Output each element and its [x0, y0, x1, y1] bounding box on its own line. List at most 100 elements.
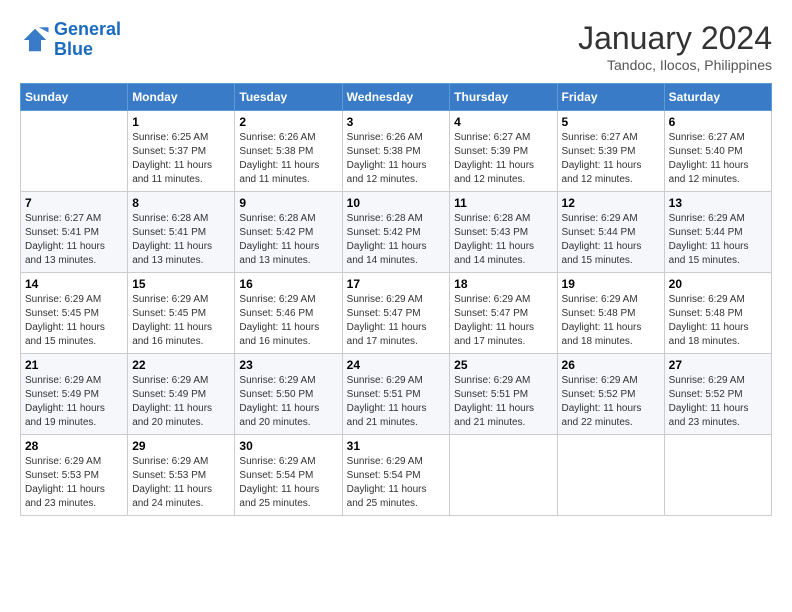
sunrise-text: Sunrise: 6:27 AM: [454, 131, 552, 145]
sunrise-text: Sunrise: 6:27 AM: [562, 131, 660, 145]
day-info: Sunrise: 6:29 AMSunset: 5:46 PMDaylight:…: [239, 293, 337, 349]
sunset-text: Sunset: 5:38 PM: [239, 145, 337, 159]
page-header: General Blue January 2024 Tandoc, Ilocos…: [20, 20, 772, 73]
calendar-cell: 28 Sunrise: 6:29 AMSunset: 5:53 PMDayligh…: [21, 435, 128, 516]
calendar-cell: [450, 435, 557, 516]
day-number: 21: [25, 358, 123, 372]
day-info: Sunrise: 6:29 AMSunset: 5:44 PMDaylight:…: [562, 212, 660, 268]
header-thursday: Thursday: [450, 84, 557, 111]
logo-text: General Blue: [54, 20, 121, 60]
sunrise-text: Sunrise: 6:29 AM: [347, 293, 446, 307]
sunset-text: Sunset: 5:51 PM: [347, 388, 446, 402]
day-number: 13: [669, 196, 767, 210]
daylight-text: Daylight: 11 hours and 21 minutes.: [347, 402, 446, 430]
day-info: Sunrise: 6:29 AMSunset: 5:48 PMDaylight:…: [669, 293, 767, 349]
day-info: Sunrise: 6:29 AMSunset: 5:51 PMDaylight:…: [347, 374, 446, 430]
day-info: Sunrise: 6:29 AMSunset: 5:54 PMDaylight:…: [239, 455, 337, 511]
day-number: 8: [132, 196, 230, 210]
calendar-cell: 31 Sunrise: 6:29 AMSunset: 5:54 PMDayligh…: [342, 435, 450, 516]
daylight-text: Daylight: 11 hours and 12 minutes.: [347, 159, 446, 187]
day-info: Sunrise: 6:28 AMSunset: 5:41 PMDaylight:…: [132, 212, 230, 268]
day-info: Sunrise: 6:29 AMSunset: 5:53 PMDaylight:…: [25, 455, 123, 511]
day-info: Sunrise: 6:27 AMSunset: 5:40 PMDaylight:…: [669, 131, 767, 187]
sunset-text: Sunset: 5:49 PM: [132, 388, 230, 402]
daylight-text: Daylight: 11 hours and 13 minutes.: [239, 240, 337, 268]
calendar-cell: 26Sunrise: 6:29 AMSunset: 5:52 PMDayligh…: [557, 354, 664, 435]
sunrise-text: Sunrise: 6:29 AM: [669, 212, 767, 226]
calendar-header-row: SundayMondayTuesdayWednesdayThursdayFrid…: [21, 84, 772, 111]
sunrise-text: Sunrise: 6:29 AM: [562, 212, 660, 226]
sunrise-text: Sunrise: 6:29 AM: [347, 374, 446, 388]
sunrise-text: Sunrise: 6:29 AM: [25, 455, 123, 469]
day-info: Sunrise: 6:29 AMSunset: 5:45 PMDaylight:…: [132, 293, 230, 349]
daylight-text: Daylight: 11 hours and 15 minutes.: [25, 321, 123, 349]
calendar-cell: 6Sunrise: 6:27 AMSunset: 5:40 PMDaylight…: [664, 111, 771, 192]
sunrise-text: Sunrise: 6:29 AM: [132, 374, 230, 388]
day-info: Sunrise: 6:29 AMSunset: 5:52 PMDaylight:…: [669, 374, 767, 430]
sunset-text: Sunset: 5:37 PM: [132, 145, 230, 159]
sunrise-text: Sunrise: 6:29 AM: [562, 293, 660, 307]
day-number: 28: [25, 439, 123, 453]
calendar-cell: 12 Sunrise: 6:29 AMSunset: 5:44 PMDayligh…: [557, 192, 664, 273]
calendar-cell: 23Sunrise: 6:29 AMSunset: 5:50 PMDayligh…: [235, 354, 342, 435]
sunrise-text: Sunrise: 6:29 AM: [454, 374, 552, 388]
daylight-text: Daylight: 11 hours and 17 minutes.: [347, 321, 446, 349]
daylight-text: Daylight: 11 hours and 12 minutes.: [669, 159, 767, 187]
day-info: Sunrise: 6:26 AMSunset: 5:38 PMDaylight:…: [347, 131, 446, 187]
calendar-cell: 27Sunrise: 6:29 AMSunset: 5:52 PMDayligh…: [664, 354, 771, 435]
day-number: 5: [562, 115, 660, 129]
calendar-cell: 21 Sunrise: 6:29 AMSunset: 5:49 PMDayligh…: [21, 354, 128, 435]
calendar-cell: 4Sunrise: 6:27 AMSunset: 5:39 PMDaylight…: [450, 111, 557, 192]
calendar-cell: [21, 111, 128, 192]
logo-line1: General: [54, 19, 121, 39]
sunset-text: Sunset: 5:52 PM: [562, 388, 660, 402]
daylight-text: Daylight: 11 hours and 20 minutes.: [239, 402, 337, 430]
sunset-text: Sunset: 5:54 PM: [347, 469, 446, 483]
day-number: 18: [454, 277, 552, 291]
daylight-text: Daylight: 11 hours and 15 minutes.: [562, 240, 660, 268]
day-info: Sunrise: 6:27 AMSunset: 5:39 PMDaylight:…: [562, 131, 660, 187]
day-number: 31: [347, 439, 446, 453]
day-number: 17: [347, 277, 446, 291]
sunrise-text: Sunrise: 6:29 AM: [669, 374, 767, 388]
calendar-cell: 8 Sunrise: 6:28 AMSunset: 5:41 PMDaylight…: [128, 192, 235, 273]
sunrise-text: Sunrise: 6:28 AM: [239, 212, 337, 226]
day-number: 12: [562, 196, 660, 210]
sunset-text: Sunset: 5:41 PM: [132, 226, 230, 240]
sunrise-text: Sunrise: 6:26 AM: [239, 131, 337, 145]
day-info: Sunrise: 6:29 AMSunset: 5:49 PMDaylight:…: [25, 374, 123, 430]
day-number: 15: [132, 277, 230, 291]
day-number: 25: [454, 358, 552, 372]
day-info: Sunrise: 6:28 AMSunset: 5:43 PMDaylight:…: [454, 212, 552, 268]
sunrise-text: Sunrise: 6:27 AM: [25, 212, 123, 226]
calendar-cell: 9Sunrise: 6:28 AMSunset: 5:42 PMDaylight…: [235, 192, 342, 273]
day-info: Sunrise: 6:29 AMSunset: 5:45 PMDaylight:…: [25, 293, 123, 349]
daylight-text: Daylight: 11 hours and 14 minutes.: [347, 240, 446, 268]
day-number: 1: [132, 115, 230, 129]
calendar-cell: 20Sunrise: 6:29 AMSunset: 5:48 PMDayligh…: [664, 273, 771, 354]
sunrise-text: Sunrise: 6:29 AM: [25, 374, 123, 388]
calendar-cell: 14Sunrise: 6:29 AMSunset: 5:45 PMDayligh…: [21, 273, 128, 354]
sunset-text: Sunset: 5:41 PM: [25, 226, 123, 240]
sunrise-text: Sunrise: 6:29 AM: [239, 455, 337, 469]
calendar-cell: [664, 435, 771, 516]
day-info: Sunrise: 6:28 AMSunset: 5:42 PMDaylight:…: [239, 212, 337, 268]
sunrise-text: Sunrise: 6:29 AM: [347, 455, 446, 469]
calendar-week-1: 1Sunrise: 6:25 AMSunset: 5:37 PMDaylight…: [21, 111, 772, 192]
logo-icon: [20, 25, 50, 55]
sunrise-text: Sunrise: 6:29 AM: [669, 293, 767, 307]
daylight-text: Daylight: 11 hours and 25 minutes.: [347, 483, 446, 511]
day-number: 4: [454, 115, 552, 129]
sunset-text: Sunset: 5:44 PM: [669, 226, 767, 240]
calendar-cell: 22Sunrise: 6:29 AMSunset: 5:49 PMDayligh…: [128, 354, 235, 435]
sunset-text: Sunset: 5:53 PM: [25, 469, 123, 483]
sunrise-text: Sunrise: 6:28 AM: [454, 212, 552, 226]
day-info: Sunrise: 6:28 AMSunset: 5:42 PMDaylight:…: [347, 212, 446, 268]
sunset-text: Sunset: 5:45 PM: [132, 307, 230, 321]
calendar-body: 1Sunrise: 6:25 AMSunset: 5:37 PMDaylight…: [21, 111, 772, 516]
daylight-text: Daylight: 11 hours and 11 minutes.: [132, 159, 230, 187]
sunrise-text: Sunrise: 6:29 AM: [132, 293, 230, 307]
day-number: 29: [132, 439, 230, 453]
sunset-text: Sunset: 5:47 PM: [454, 307, 552, 321]
sunrise-text: Sunrise: 6:29 AM: [239, 293, 337, 307]
